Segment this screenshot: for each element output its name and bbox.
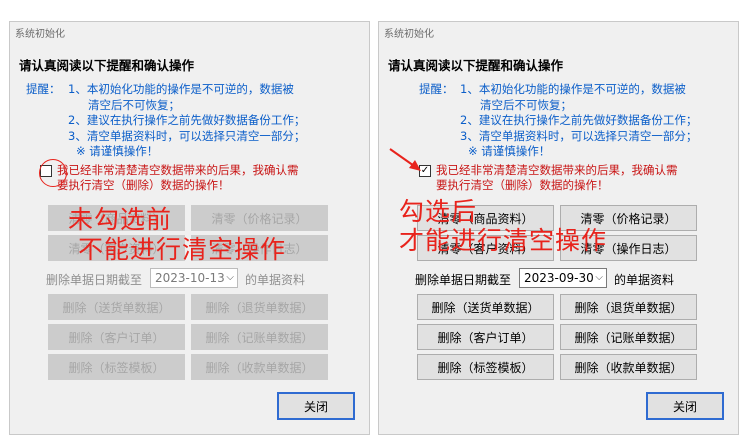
annotation-text: 未勾选前: [68, 205, 173, 234]
date-suffix: 的单据资料: [245, 273, 306, 287]
date-label: 删除单据日期截至: [46, 273, 143, 287]
reminder-block: 提醒： 1、本初始化功能的操作是不可逆的，数据被 清空后不可恢复； 2、建议在执行…: [387, 82, 733, 160]
confirm-text: 我已经非常清楚清空数据带来的后果，我确认需: [436, 163, 678, 177]
confirm-text: 要执行清空（删除）数据的操作！: [436, 178, 609, 192]
reminder-block: 提醒： 1、本初始化功能的操作是不可逆的，数据被 清空后不可恢复； 2、建议在执行…: [18, 82, 364, 160]
close-button[interactable]: 关闭: [646, 392, 724, 420]
delete-label-button[interactable]: 删除（标签模板）: [417, 354, 554, 380]
delete-return-button[interactable]: 删除（退货单数据）: [560, 294, 697, 320]
reminder-item: 清空后不可恢复；: [88, 97, 180, 112]
annotation-text: 勾选后: [399, 197, 478, 226]
reminder-item: 2、建议在执行操作之前先做好数据备份工作；: [460, 113, 698, 127]
delete-receipt-button[interactable]: 删除（收款单数据）: [560, 354, 697, 380]
reminder-item: ※ 请谨慎操作！: [468, 144, 551, 158]
window-title: 系统初始化: [15, 29, 65, 40]
window-title: 系统初始化: [384, 29, 434, 40]
reminder-item: 清空后不可恢复；: [480, 97, 572, 112]
date-picker[interactable]: 2023-09-30 ⌵: [519, 268, 607, 288]
reminder-label: 提醒：: [26, 82, 61, 96]
reminder-item: 1、本初始化功能的操作是不可逆的，数据被: [460, 82, 686, 96]
clear-price-button[interactable]: 清零（价格记录）: [191, 205, 328, 231]
date-suffix: 的单据资料: [614, 273, 675, 287]
date-value: 2023-09-30: [524, 271, 594, 285]
reminder-label: 提醒：: [419, 82, 454, 96]
date-label: 删除单据日期截至: [415, 273, 512, 287]
date-value: 2023-10-13: [155, 271, 225, 285]
date-picker[interactable]: 2023-10-13 ⌵: [150, 268, 238, 288]
delete-order-button[interactable]: 删除（客户订单）: [48, 324, 185, 350]
dialog-after-check: 系统初始化 请认真阅读以下提醒和确认操作 提醒： 1、本初始化功能的操作是不可逆的…: [378, 21, 739, 435]
dialog-heading: 请认真阅读以下提醒和确认操作: [19, 58, 195, 73]
delete-order-button[interactable]: 删除（客户订单）: [417, 324, 554, 350]
chevron-down-icon[interactable]: ⌵: [226, 269, 234, 287]
delete-bill-button[interactable]: 删除（记账单数据）: [191, 324, 328, 350]
chevron-down-icon[interactable]: ⌵: [595, 269, 603, 287]
delete-label-button[interactable]: 删除（标签模板）: [48, 354, 185, 380]
confirm-text: 要执行清空（删除）数据的操作！: [57, 178, 230, 192]
reminder-item: 3、清空单据资料时，可以选择只清空一部分；: [68, 128, 306, 143]
delete-receipt-button[interactable]: 删除（收款单数据）: [191, 354, 328, 380]
delete-return-button[interactable]: 删除（退货单数据）: [191, 294, 328, 320]
dialog-heading: 请认真阅读以下提醒和确认操作: [388, 58, 564, 73]
close-button[interactable]: 关闭: [277, 392, 355, 420]
delete-bill-button[interactable]: 删除（记账单数据）: [560, 324, 697, 350]
reminder-item: ※ 请谨慎操作！: [76, 144, 159, 158]
reminder-item: 3、清空单据资料时，可以选择只清空一部分；: [460, 128, 698, 143]
dialog-before-check: 系统初始化 请认真阅读以下提醒和确认操作 提醒： 1、本初始化功能的操作是不可逆的…: [9, 21, 370, 435]
highlight-circle: [39, 159, 67, 187]
reminder-item: 2、建议在执行操作之前先做好数据备份工作；: [68, 113, 306, 127]
confirm-text: 我已经非常清楚清空数据带来的后果，我确认需: [57, 163, 299, 177]
delete-delivery-button[interactable]: 删除（送货单数据）: [417, 294, 554, 320]
red-arrow-icon: [389, 148, 421, 171]
reminder-item: 1、本初始化功能的操作是不可逆的，数据被: [68, 82, 294, 96]
annotation-text: 不能进行清空操作: [78, 235, 287, 264]
delete-delivery-button[interactable]: 删除（送货单数据）: [48, 294, 185, 320]
annotation-text: 才能进行清空操作: [399, 226, 608, 255]
